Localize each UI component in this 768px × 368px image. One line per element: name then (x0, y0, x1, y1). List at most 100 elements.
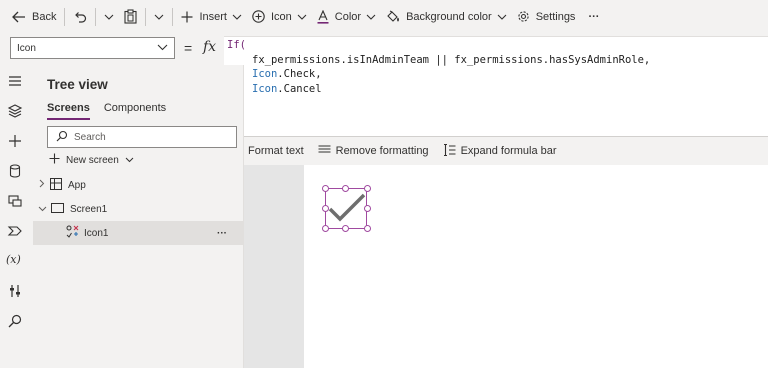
advanced-tools-icon[interactable] (7, 283, 23, 299)
plus-icon (49, 153, 60, 167)
arrow-left-icon (12, 11, 26, 23)
variables-icon[interactable]: (x) (6, 253, 22, 269)
more-label: ··· (588, 10, 600, 23)
property-dropdown[interactable]: Icon (10, 37, 175, 59)
layers-icon[interactable] (7, 103, 23, 119)
code-token: Icon (252, 82, 278, 95)
expand-icon (443, 143, 461, 159)
chevron-down-icon (297, 14, 307, 20)
resize-handle[interactable] (364, 225, 371, 232)
divider (145, 7, 147, 26)
code-token: Icon (252, 68, 278, 80)
color-label: Color (334, 10, 362, 23)
tree-item-app[interactable]: App (33, 173, 243, 197)
chevron-down-icon (104, 14, 114, 20)
undo-menu-button[interactable] (99, 0, 119, 33)
left-rail: (x) (0, 65, 31, 368)
formula-editor[interactable]: If( fx_permissions.isInAdminTeam || fx_p… (224, 36, 768, 137)
code-line: Icon.Cancel (252, 82, 322, 97)
tree-item-icon1[interactable]: Icon1 ··· (33, 221, 243, 245)
resize-handle[interactable] (322, 185, 329, 192)
expand-formula-bar-button[interactable]: Expand formula bar (443, 143, 557, 159)
tab-components[interactable]: Components (104, 102, 166, 120)
search-icon[interactable] (7, 313, 23, 329)
tree-view-tabs: Screens Components (47, 102, 180, 120)
background-color-label: Background color (406, 10, 492, 23)
screen-canvas[interactable] (304, 165, 768, 368)
plus-icon (181, 11, 193, 23)
chevron-down-icon (125, 155, 134, 166)
undo-icon (73, 10, 87, 24)
code-token: .Cancel (277, 82, 322, 95)
resize-handle[interactable] (342, 185, 349, 192)
code-line: Icon.Check, (252, 67, 322, 82)
more-options-icon[interactable]: ··· (217, 228, 227, 239)
settings-button[interactable]: Settings (512, 0, 581, 33)
background-color-button[interactable]: Background color (381, 0, 512, 33)
remove-formatting-button[interactable]: Remove formatting (318, 144, 429, 158)
divider (172, 7, 174, 26)
plus-icon[interactable] (7, 133, 23, 149)
command-bar: Back Insert Icon Color Background color … (0, 0, 768, 33)
tree-item-label: Icon1 (84, 227, 109, 239)
search-placeholder: Search (74, 131, 106, 143)
undo-button[interactable] (68, 0, 92, 33)
tree-item-screen1[interactable]: Screen1 (33, 197, 243, 221)
code-token: If( (227, 39, 246, 51)
tree-view-title: Tree view (47, 77, 108, 92)
more-options-button[interactable]: ··· (580, 0, 604, 33)
chevron-down-icon (38, 204, 47, 215)
gear-icon (517, 10, 530, 23)
paste-menu-button[interactable] (149, 0, 169, 33)
paste-button[interactable] (119, 0, 142, 33)
tab-screens[interactable]: Screens (47, 102, 90, 120)
font-color-icon (317, 9, 329, 24)
remove-formatting-label: Remove formatting (335, 145, 429, 157)
resize-handle[interactable] (364, 205, 371, 212)
expand-formula-bar-label: Expand formula bar (460, 145, 557, 157)
icon-control-icon (66, 225, 79, 241)
screen-icon (51, 202, 64, 216)
resize-handle[interactable] (364, 185, 371, 192)
format-text-label: Format text (248, 145, 304, 157)
back-label: Back (32, 10, 57, 23)
media-icon[interactable] (7, 193, 23, 209)
new-screen-button[interactable]: New screen (49, 153, 134, 167)
chevron-down-icon (366, 14, 376, 20)
new-screen-label: New screen (66, 154, 119, 166)
icon-button[interactable]: Icon (247, 0, 312, 33)
resize-handle[interactable] (322, 225, 329, 232)
chevron-right-icon (39, 179, 45, 191)
code-line: If( (227, 38, 246, 53)
clipboard-icon (124, 9, 138, 24)
color-button[interactable]: Color (312, 0, 381, 33)
database-icon[interactable] (7, 163, 23, 179)
tree-item-label: App (68, 179, 86, 191)
power-automate-icon[interactable] (7, 223, 23, 239)
insert-label: Insert (199, 10, 227, 23)
search-icon (56, 130, 74, 145)
chevron-down-icon (232, 14, 242, 20)
formula-toolbar: Format text Remove formatting Expand for… (224, 138, 768, 164)
paint-bucket-icon (386, 10, 400, 23)
insert-button[interactable]: Insert (176, 0, 247, 33)
tree-view-panel: Tree view Screens Components Search New … (33, 65, 244, 368)
back-button[interactable]: Back (0, 0, 61, 33)
selected-icon-control[interactable] (325, 188, 367, 229)
code-token: fx_permissions.isInAdminTeam || fx_permi… (252, 53, 651, 66)
settings-label: Settings (535, 10, 576, 23)
chevron-down-icon (157, 43, 168, 54)
property-value: Icon (17, 42, 36, 54)
menu-icon[interactable] (7, 73, 23, 89)
tree-item-label: Screen1 (70, 203, 108, 215)
search-input[interactable]: Search (47, 126, 237, 148)
code-line: fx_permissions.isInAdminTeam || fx_permi… (252, 53, 650, 68)
chevron-down-icon (497, 14, 507, 20)
icon-label: Icon (270, 10, 292, 23)
remove-formatting-icon (318, 144, 336, 158)
resize-handle[interactable] (342, 225, 349, 232)
check-icon (328, 193, 366, 228)
equals-sign: = (184, 40, 193, 56)
circle-plus-icon (252, 10, 265, 23)
resize-handle[interactable] (322, 205, 329, 212)
